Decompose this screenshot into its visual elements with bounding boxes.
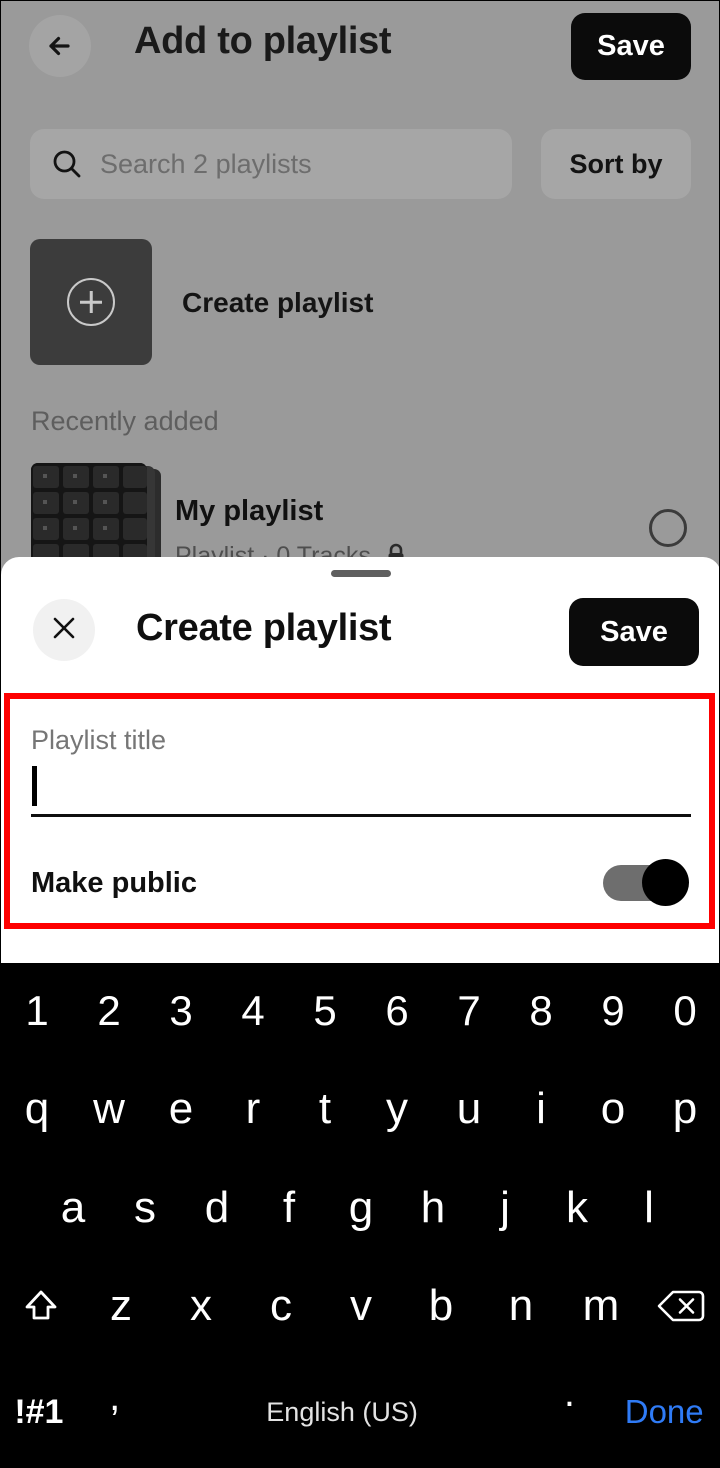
sheet-title: Create playlist: [136, 607, 392, 649]
make-public-row: Make public: [31, 859, 691, 909]
key-9[interactable]: 9: [577, 963, 649, 1059]
arrow-left-icon: [40, 26, 80, 66]
key-h[interactable]: h: [397, 1159, 469, 1257]
key-w[interactable]: w: [73, 1059, 145, 1159]
key-x[interactable]: x: [161, 1257, 241, 1355]
keyboard-row-bottom: !#1 , English (US) . Done: [1, 1355, 719, 1467]
key-k[interactable]: k: [541, 1159, 613, 1257]
key-q[interactable]: q: [1, 1059, 73, 1159]
playlist-title: My playlist: [175, 495, 324, 527]
create-playlist-row[interactable]: Create playlist: [1, 239, 719, 365]
create-playlist-bottom-sheet: Create playlist Save Playlist title Make…: [1, 557, 719, 963]
key-u[interactable]: u: [433, 1059, 505, 1159]
key-p[interactable]: p: [649, 1059, 719, 1159]
drag-handle[interactable]: [331, 570, 391, 577]
app-top-bar: Add to playlist Save: [1, 1, 719, 111]
back-button[interactable]: [29, 15, 91, 77]
plus-circle-icon: [67, 278, 115, 326]
keyboard-row-numbers: 1 2 3 4 5 6 7 8 9 0: [1, 963, 719, 1059]
key-c[interactable]: c: [241, 1257, 321, 1355]
done-key[interactable]: Done: [607, 1355, 719, 1467]
playlist-title-input[interactable]: [31, 762, 691, 817]
key-d[interactable]: d: [181, 1159, 253, 1257]
search-row: Search 2 playlists Sort by: [1, 129, 719, 199]
key-e[interactable]: e: [145, 1059, 217, 1159]
comma-key[interactable]: ,: [77, 1355, 153, 1467]
search-input[interactable]: Search 2 playlists: [30, 129, 512, 199]
key-r[interactable]: r: [217, 1059, 289, 1159]
key-4[interactable]: 4: [217, 963, 289, 1059]
key-8[interactable]: 8: [505, 963, 577, 1059]
playlist-title-label: Playlist title: [31, 725, 167, 755]
playlist-cover-image: [31, 463, 147, 567]
key-7[interactable]: 7: [433, 963, 505, 1059]
create-playlist-label: Create playlist: [182, 287, 374, 318]
key-z[interactable]: z: [81, 1257, 161, 1355]
key-1[interactable]: 1: [1, 963, 73, 1059]
key-v[interactable]: v: [321, 1257, 401, 1355]
save-button-background[interactable]: Save: [571, 13, 691, 80]
page-title: Add to playlist: [134, 20, 392, 62]
key-3[interactable]: 3: [145, 963, 217, 1059]
key-j[interactable]: j: [469, 1159, 541, 1257]
toggle-thumb: [642, 859, 689, 906]
key-g[interactable]: g: [325, 1159, 397, 1257]
symbols-key[interactable]: !#1: [1, 1355, 77, 1467]
sort-by-button[interactable]: Sort by: [541, 129, 691, 199]
backspace-key[interactable]: [641, 1257, 719, 1355]
key-s[interactable]: s: [109, 1159, 181, 1257]
backspace-delete-icon: [654, 1286, 708, 1326]
period-key[interactable]: .: [532, 1355, 608, 1467]
shift-up-arrow-icon: [19, 1284, 63, 1328]
space-key[interactable]: English (US): [153, 1355, 532, 1467]
key-l[interactable]: l: [613, 1159, 685, 1257]
key-a[interactable]: a: [37, 1159, 109, 1257]
row-spacer-left: [1, 1159, 37, 1257]
playlist-select-radio[interactable]: [649, 509, 687, 547]
key-b[interactable]: b: [401, 1257, 481, 1355]
keyboard-row-qwerty: q w e r t y u i o p: [1, 1059, 719, 1159]
key-6[interactable]: 6: [361, 963, 433, 1059]
key-0[interactable]: 0: [649, 963, 719, 1059]
key-t[interactable]: t: [289, 1059, 361, 1159]
key-m[interactable]: m: [561, 1257, 641, 1355]
search-icon: [50, 147, 84, 181]
save-button-sheet[interactable]: Save: [569, 598, 699, 666]
section-header-recently-added: Recently added: [31, 406, 219, 436]
keyboard-row-asdf: a s d f g h j k l: [1, 1159, 719, 1257]
key-5[interactable]: 5: [289, 963, 361, 1059]
key-i[interactable]: i: [505, 1059, 577, 1159]
key-f[interactable]: f: [253, 1159, 325, 1257]
playlist-title-field-group: Playlist title: [31, 727, 691, 817]
phone-screenshot: Add to playlist Save Search 2 playlists …: [0, 0, 720, 1468]
on-screen-keyboard: 1 2 3 4 5 6 7 8 9 0 q w e r t y u i o p …: [1, 963, 719, 1467]
shift-key[interactable]: [1, 1257, 81, 1355]
close-icon: [47, 611, 81, 650]
keyboard-row-zxcv: z x c v b n m: [1, 1257, 719, 1355]
make-public-label: Make public: [31, 867, 197, 899]
key-2[interactable]: 2: [73, 963, 145, 1059]
key-y[interactable]: y: [361, 1059, 433, 1159]
text-caret: [32, 766, 37, 806]
create-playlist-thumbnail: [30, 239, 152, 365]
key-n[interactable]: n: [481, 1257, 561, 1355]
make-public-toggle[interactable]: [603, 859, 689, 906]
key-o[interactable]: o: [577, 1059, 649, 1159]
close-button[interactable]: [33, 599, 95, 661]
row-spacer-right: [685, 1159, 719, 1257]
search-placeholder: Search 2 playlists: [100, 148, 312, 179]
